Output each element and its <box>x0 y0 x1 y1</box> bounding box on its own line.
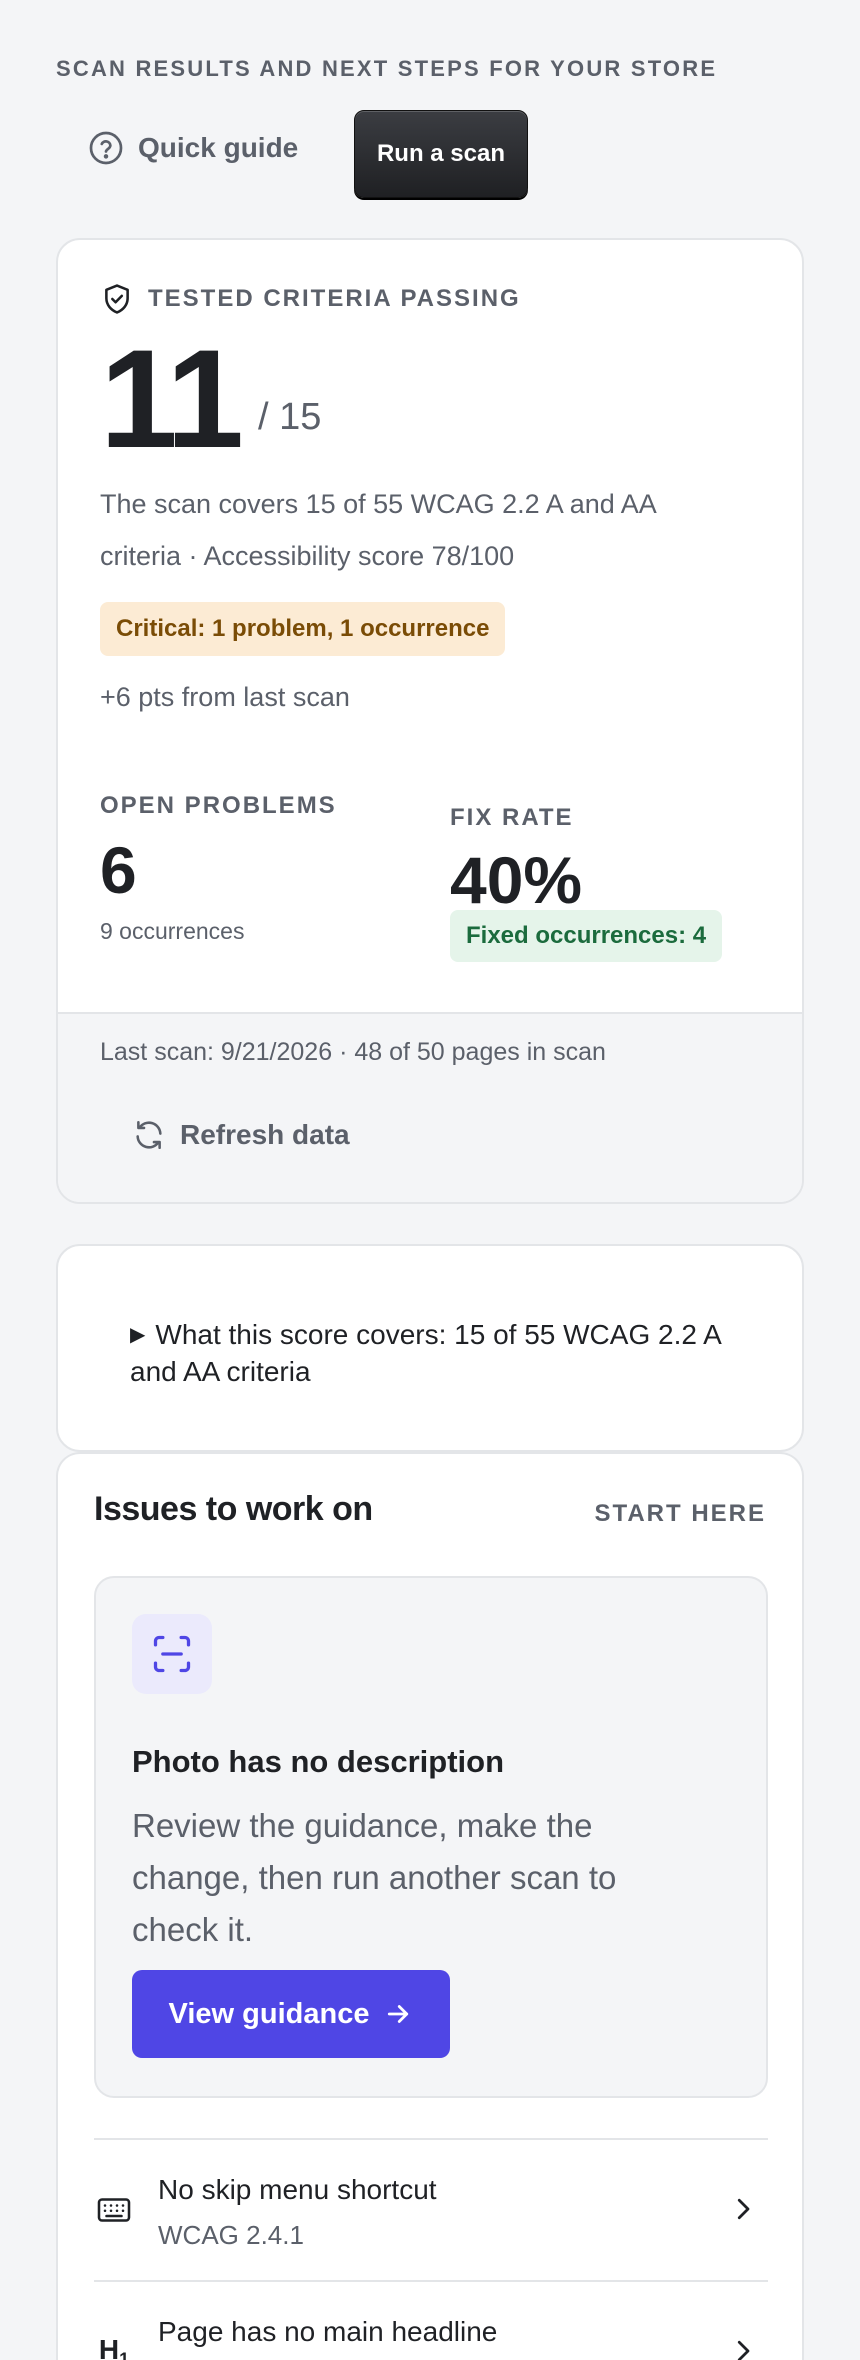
criteria-total: / 15 <box>258 396 322 438</box>
quick-guide-label: Quick guide <box>138 132 299 163</box>
score-footer: Last scan: 9/21/2026 · 48 of 50 pages in… <box>58 1012 802 1202</box>
passing-count: 11 <box>100 320 244 477</box>
refresh-data-button[interactable]: Refresh data <box>132 1118 350 1152</box>
chevron-right-icon <box>737 2198 750 2220</box>
last-scan-info: Last scan: 9/21/2026 · 48 of 50 pages in… <box>100 1038 606 1066</box>
help-circle-icon <box>89 131 123 165</box>
score-heading-label: TESTED CRITERIA PASSING <box>148 285 521 312</box>
issues-card: Issues to work on START HERE Photo has n… <box>56 1452 804 2360</box>
refresh-data-label: Refresh data <box>180 1119 350 1150</box>
issue-row-title: Page has no main headline <box>158 2316 498 2347</box>
quick-guide-button[interactable]: Quick guide <box>88 130 298 166</box>
featured-issue: Photo has no description Review the guid… <box>94 1576 768 2098</box>
occurrences-count: 9 occurrences <box>100 918 245 944</box>
featured-issue-description: Review the guidance, make the change, th… <box>132 1807 617 1948</box>
chevron-right-icon <box>737 2340 750 2360</box>
keyboard-icon <box>94 2190 134 2230</box>
start-here-label: START HERE <box>594 1500 766 1527</box>
score-description: The scan covers 15 of 55 WCAG 2.2 A and … <box>100 489 656 571</box>
shield-check-icon <box>105 284 129 314</box>
run-scan-button[interactable]: Run a scan <box>354 110 528 198</box>
disclosure-triangle-icon: ▶ <box>130 1324 146 1346</box>
issue-row-main-headline[interactable]: H1 Page has no main headline <box>94 2280 768 2360</box>
issues-title: Issues to work on <box>94 1490 373 1528</box>
score-card: TESTED CRITERIA PASSING 11 / 15 The scan… <box>56 238 804 1204</box>
arrow-right-icon <box>388 2005 409 2023</box>
view-guidance-button[interactable]: View guidance <box>132 1970 450 2058</box>
score-heading: TESTED CRITERIA PASSING <box>100 282 521 316</box>
view-guidance-label: View guidance <box>168 1997 370 2030</box>
issue-row-criterion: WCAG 2.4.1 <box>158 2220 304 2250</box>
fix-rate-value: 40% <box>450 843 583 917</box>
open-problems-value: 6 <box>100 833 137 907</box>
score-details-summary: What this score covers: 15 of 55 WCAG 2.… <box>130 1319 721 1387</box>
score-details-toggle[interactable]: ▶ What this score covers: 15 of 55 WCAG 2… <box>130 1318 750 1389</box>
open-problems-label: OPEN PROBLEMS <box>100 792 337 819</box>
fixed-occurrences-badge: Fixed occurrences: 4 <box>450 910 723 962</box>
fix-rate-label: FIX RATE <box>450 804 574 831</box>
issue-row-skip-menu[interactable]: No skip menu shortcut WCAG 2.4.1 <box>94 2138 768 2280</box>
header-actions: Quick guide Run a scan <box>56 110 536 198</box>
scan-text-icon <box>132 1614 212 1694</box>
page-eyebrow: SCAN RESULTS AND NEXT STEPS FOR YOUR STO… <box>56 56 718 81</box>
score-details-card: ▶ What this score covers: 15 of 55 WCAG 2… <box>56 1244 804 1452</box>
heading-h1-icon: H1 <box>98 2333 130 2360</box>
featured-issue-title: Photo has no description <box>132 1744 505 1779</box>
issue-row-title: No skip menu shortcut <box>158 2174 437 2205</box>
refresh-icon <box>136 1120 162 1150</box>
score-delta: +6 pts from last scan <box>100 682 350 712</box>
critical-badge: Critical: 1 problem, 1 occurrence <box>100 602 506 656</box>
